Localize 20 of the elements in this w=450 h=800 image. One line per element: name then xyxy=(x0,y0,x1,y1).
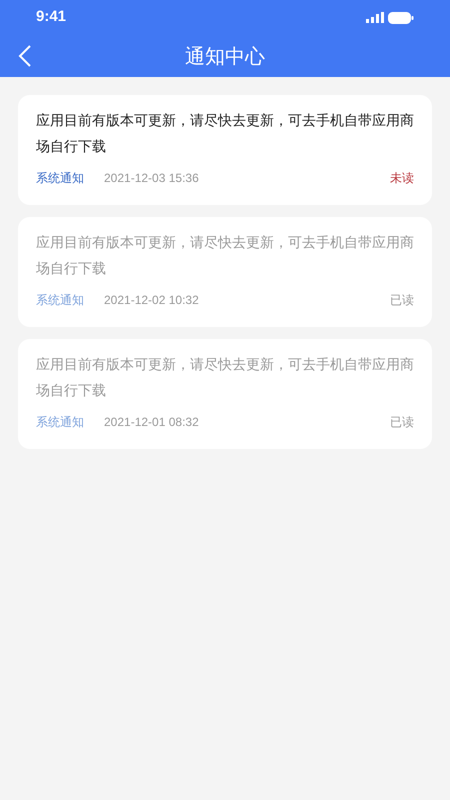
read-status: 未读 xyxy=(390,170,414,187)
notification-message: 应用目前有版本可更新，请尽快去更新，可去手机自带应用商场自行下载 xyxy=(36,111,414,156)
notification-time: 2021-12-01 08:32 xyxy=(104,414,199,431)
notification-category: 系统通知 xyxy=(36,414,84,431)
notification-time: 2021-12-02 10:32 xyxy=(104,292,199,309)
status-time: 9:41 xyxy=(36,7,66,28)
notification-category: 系统通知 xyxy=(36,292,84,309)
notification-category: 系统通知 xyxy=(36,170,84,187)
read-status: 已读 xyxy=(390,414,414,431)
notification-card[interactable]: 应用目前有版本可更新，请尽快去更新，可去手机自带应用商场自行下载 系统通知 2021-12-02 10:32 已读 xyxy=(18,217,432,327)
battery-icon xyxy=(388,12,414,24)
notification-card[interactable]: 应用目前有版本可更新，请尽快去更新，可去手机自带应用商场自行下载 系统通知 2021-12-03 15:36 未读 xyxy=(18,95,432,205)
back-icon xyxy=(18,44,32,68)
notification-message: 应用目前有版本可更新，请尽快去更新，可去手机自带应用商场自行下载 xyxy=(36,355,414,400)
read-status: 已读 xyxy=(390,292,414,309)
notification-card[interactable]: 应用目前有版本可更新，请尽快去更新，可去手机自带应用商场自行下载 系统通知 2021-12-01 08:32 已读 xyxy=(18,339,432,449)
notification-message: 应用目前有版本可更新，请尽快去更新，可去手机自带应用商场自行下载 xyxy=(36,233,414,278)
notification-time: 2021-12-03 15:36 xyxy=(104,170,199,187)
signal-icon xyxy=(366,12,384,23)
page-title: 通知中心 xyxy=(185,43,265,70)
